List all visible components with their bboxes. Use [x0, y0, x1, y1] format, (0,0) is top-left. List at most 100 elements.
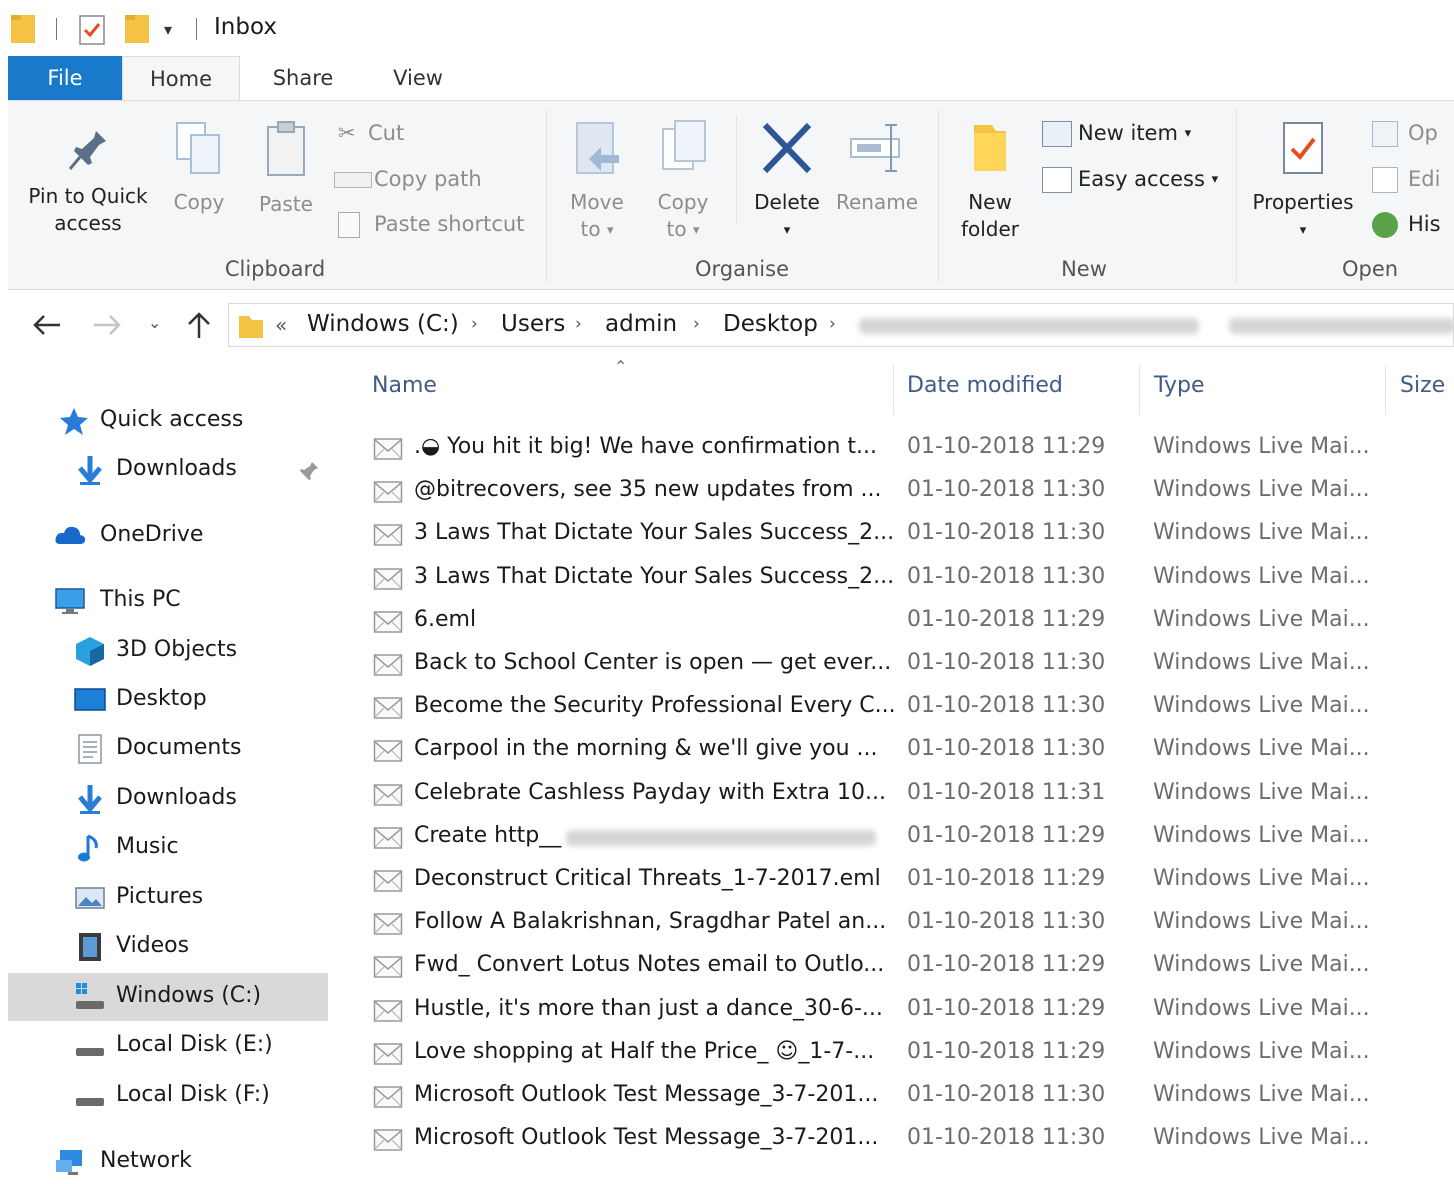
move-to-button[interactable]: Move to ▾	[564, 119, 630, 244]
rename-button[interactable]: Rename	[834, 119, 920, 216]
sidebar-item-label: Desktop	[116, 686, 207, 711]
sidebar-item-label: 3D Objects	[116, 637, 238, 662]
column-header-date-modified[interactable]: Date modified	[907, 373, 1063, 398]
window-title: Inbox	[214, 14, 277, 40]
sidebar-item-label: Downloads	[116, 785, 237, 810]
sidebar-item-windows-c[interactable]: Windows (C:)	[8, 973, 328, 1021]
sidebar-item-desktop[interactable]: Desktop	[8, 678, 334, 722]
address-bar[interactable]: « Windows (C:) › Users › admin › Desktop…	[228, 303, 1454, 347]
tab-share[interactable]: Share	[258, 56, 348, 101]
sidebar-item-local-disk-f[interactable]: Local Disk (F:)	[8, 1074, 334, 1118]
sidebar-item-onedrive[interactable]: OneDrive	[8, 514, 334, 558]
file-row[interactable]: Fwd_ Convert Lotus Notes email to Outlo.…	[360, 945, 1454, 988]
back-arrow-icon[interactable]	[32, 313, 62, 337]
copy-button[interactable]: Copy	[166, 119, 232, 216]
sidebar-item-music[interactable]: Music	[8, 826, 334, 870]
paste-button[interactable]: Paste	[248, 119, 324, 218]
paste-icon	[267, 121, 305, 176]
file-name: Celebrate Cashless Payday with Extra 10.…	[414, 779, 886, 805]
copy-path-button[interactable]: Copy path	[334, 165, 482, 193]
breadcrumb-chevron-icon[interactable]: ›	[471, 314, 478, 334]
file-type: Windows Live Mai...	[1153, 606, 1370, 632]
column-separator[interactable]	[893, 365, 894, 415]
paste-shortcut-button[interactable]: Paste shortcut	[338, 210, 524, 238]
copy-label: Copy	[173, 190, 225, 214]
breadcrumb-desktop[interactable]: Desktop	[723, 311, 818, 337]
up-arrow-icon[interactable]	[186, 311, 212, 339]
column-separator[interactable]	[1139, 365, 1140, 415]
file-row[interactable]: 3 Laws That Dictate Your Sales Success_2…	[360, 557, 1454, 600]
file-row[interactable]: Become the Security Professional Every C…	[360, 686, 1454, 729]
email-file-icon	[373, 783, 403, 806]
chevron-down-icon: ▾	[692, 223, 700, 238]
sidebar-item-local-disk-e[interactable]: Local Disk (E:)	[8, 1024, 334, 1068]
file-date-modified: 01-10-2018 11:29	[907, 866, 1106, 891]
breadcrumb-chevron-icon[interactable]: ›	[693, 314, 700, 334]
copy-to-button[interactable]: Copy to ▾	[650, 119, 716, 244]
properties-button[interactable]: Properties ▾	[1248, 119, 1358, 244]
delete-button[interactable]: Delete ▾	[748, 119, 826, 244]
email-file-icon	[373, 956, 403, 979]
file-row[interactable]: Carpool in the morning & we'll give you …	[360, 729, 1454, 772]
file-row[interactable]: .◒ You hit it big! We have confirmation …	[360, 427, 1454, 470]
file-row[interactable]: 3 Laws That Dictate Your Sales Success_2…	[360, 513, 1454, 556]
new-item-button[interactable]: New item ▾	[1042, 119, 1191, 148]
pin-to-quick-access-button[interactable]: Pin to Quick access	[16, 119, 160, 237]
sidebar-item-this-pc[interactable]: This PC	[8, 579, 334, 623]
sidebar-item-downloads-pinned[interactable]: Downloads	[8, 448, 334, 492]
tab-file[interactable]: File	[8, 56, 122, 101]
file-row[interactable]: Celebrate Cashless Payday with Extra 10.…	[360, 773, 1454, 816]
file-row[interactable]: Create http__ 01-10-2018 11:29 Windows Liv…	[360, 816, 1454, 859]
file-row[interactable]: Hustle, it's more than just a dance_30-6…	[360, 989, 1454, 1032]
column-separator[interactable]	[1385, 365, 1386, 415]
sidebar-item-pictures[interactable]: Pictures	[8, 876, 334, 920]
tab-home[interactable]: Home	[122, 56, 240, 102]
file-row[interactable]: Love shopping at Half the Price_ ☺_1-7-.…	[360, 1032, 1454, 1075]
forward-arrow-icon[interactable]	[92, 313, 122, 337]
sidebar-item-3d-objects[interactable]: 3D Objects	[8, 629, 334, 673]
file-row[interactable]: Back to School Center is open — get ever…	[360, 643, 1454, 686]
recent-locations-chevron-icon[interactable]: ⌄	[148, 313, 161, 332]
sidebar-item-downloads[interactable]: Downloads	[8, 777, 334, 821]
column-header-size[interactable]: Size	[1400, 373, 1445, 398]
edit-button[interactable]: Edi	[1372, 165, 1440, 193]
cut-button[interactable]: ✂ Cut	[338, 119, 404, 147]
new-folder-label-line2: folder	[960, 217, 1020, 241]
rename-icon	[850, 124, 900, 172]
sidebar-item-documents[interactable]: Documents	[8, 727, 334, 771]
customize-quick-access-icon[interactable]: ▾	[164, 20, 172, 39]
file-row[interactable]: Microsoft Outlook Test Message_3-7-201..…	[360, 1075, 1454, 1118]
history-button[interactable]: His	[1372, 210, 1441, 238]
file-type: Windows Live Mai...	[1153, 995, 1370, 1021]
file-row[interactable]: Microsoft Outlook Test Message_3-7-201..…	[360, 1118, 1454, 1161]
cloud-icon	[55, 526, 86, 544]
breadcrumb-chevron-icon[interactable]: ›	[829, 314, 836, 334]
new-folder-icon[interactable]	[124, 12, 150, 44]
ribbon-group-separator	[1236, 109, 1237, 283]
breadcrumb-windows-c[interactable]: Windows (C:)	[307, 311, 459, 337]
file-row[interactable]: @bitrecovers, see 35 new updates from ..…	[360, 470, 1454, 513]
file-date-modified: 01-10-2018 11:30	[907, 520, 1106, 546]
properties-check-icon[interactable]	[78, 14, 106, 46]
file-row[interactable]: Deconstruct Critical Threats_1-7-2017.em…	[360, 859, 1454, 902]
breadcrumb-chevron-icon[interactable]: ›	[575, 314, 582, 334]
pin-icon[interactable]	[298, 460, 320, 482]
column-header-name[interactable]: Name	[372, 373, 437, 398]
network-icon	[56, 1150, 82, 1175]
sidebar-item-quick-access[interactable]: Quick access	[8, 399, 334, 443]
breadcrumb-overflow[interactable]: «	[275, 313, 287, 337]
folder-icon[interactable]	[10, 12, 36, 44]
file-name: Hustle, it's more than just a dance_30-6…	[414, 995, 883, 1021]
tab-view[interactable]: View	[378, 56, 458, 101]
file-row[interactable]: Follow A Balakrishnan, Sragdhar Patel an…	[360, 902, 1454, 945]
column-header-type[interactable]: Type	[1154, 373, 1205, 398]
sidebar-item-network[interactable]: Network	[8, 1140, 334, 1184]
easy-access-button[interactable]: Easy access ▾	[1042, 165, 1218, 194]
new-folder-button[interactable]: New folder	[952, 119, 1028, 243]
file-row[interactable]: 6.eml 01-10-2018 11:29 Windows Live Mai...	[360, 600, 1454, 643]
sidebar-item-videos[interactable]: Videos	[8, 925, 334, 969]
breadcrumb-admin[interactable]: admin	[605, 311, 677, 337]
ribbon-home: Pin to Quick access Copy Paste ✂ Cut Copy…	[8, 100, 1454, 290]
open-button[interactable]: Op	[1372, 119, 1438, 147]
breadcrumb-users[interactable]: Users	[501, 311, 565, 337]
